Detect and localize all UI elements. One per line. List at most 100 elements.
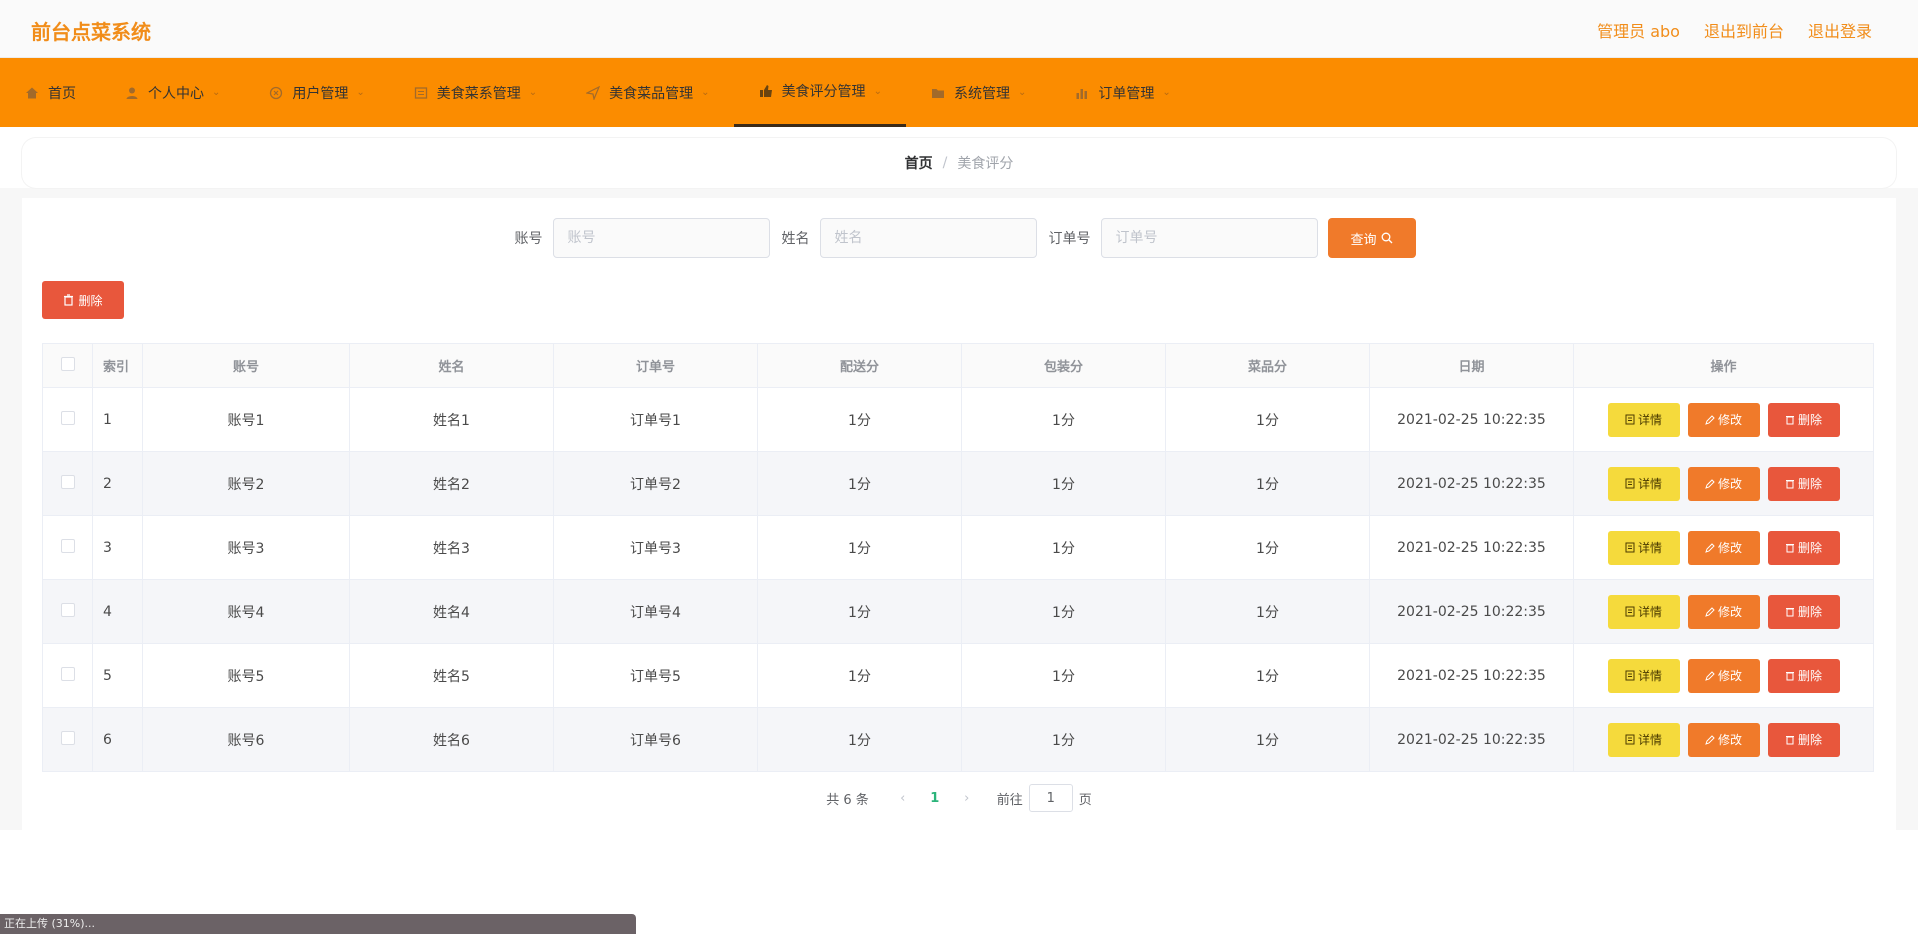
header-index: 索引 (92, 343, 143, 388)
row-checkbox[interactable] (60, 602, 75, 617)
nav-item-0[interactable]: 首页 (0, 58, 100, 127)
nav-item-7[interactable]: 订单管理 ⌄ (1050, 58, 1194, 127)
breadcrumb-home[interactable]: 首页 (905, 153, 933, 173)
pencil-icon (1705, 670, 1715, 681)
edit-label: 修改 (1717, 605, 1742, 619)
nav-item-5[interactable]: 美食评分管理 ⌄ (733, 58, 906, 127)
nav-item-label: 订单管理 (1098, 85, 1155, 102)
chevron-down-icon: ⌄ (873, 85, 882, 97)
cell-dish-score: 1分 (1165, 707, 1370, 772)
row-select[interactable] (42, 707, 93, 772)
query-button[interactable]: 查询 (1327, 218, 1416, 258)
pencil-icon (1705, 542, 1715, 553)
delete-button[interactable]: 删除 (1767, 658, 1840, 693)
edit-button[interactable]: 修改 (1687, 402, 1760, 437)
table-row: 6 账号6 姓名6 订单号6 1分 1分 1分 2021-02-25 10:22:35 详情 修改… (42, 707, 1874, 772)
breadcrumb: 首页 / 美食评分 (22, 138, 1896, 188)
delete-button[interactable]: 删除 (1767, 594, 1840, 629)
back-to-front-link[interactable]: 退出到前台 (1704, 18, 1784, 42)
table-row: 1 账号1 姓名1 订单号1 1分 1分 1分 2021-02-25 10:22:35 详情 修改… (42, 387, 1874, 452)
edit-button[interactable]: 修改 (1687, 722, 1760, 757)
thumbs-up-icon (758, 83, 774, 99)
cell-dish-score: 1分 (1165, 515, 1370, 580)
goto-page-input[interactable] (1028, 784, 1073, 812)
cell-package-score: 1分 (961, 515, 1166, 580)
select-all-checkbox[interactable] (60, 356, 75, 371)
document-icon (1625, 414, 1635, 425)
name-input[interactable] (819, 218, 1037, 258)
chevron-down-icon: ⌄ (212, 87, 221, 98)
row-select[interactable] (42, 643, 93, 708)
detail-button[interactable]: 详情 (1607, 658, 1680, 693)
order-label: 订单号 (1048, 231, 1091, 247)
table-row: 5 账号5 姓名5 订单号5 1分 1分 1分 2021-02-25 10:22:35 详情 修改… (42, 643, 1874, 708)
delete-button[interactable]: 删除 (1767, 722, 1840, 757)
nav-item-label: 系统管理 (953, 85, 1010, 102)
cell-index: 2 (92, 451, 143, 516)
page-number[interactable]: 1 (919, 791, 951, 806)
edit-button[interactable]: 修改 (1687, 658, 1760, 693)
cell-package-score: 1分 (961, 579, 1166, 644)
detail-button[interactable]: 详情 (1607, 722, 1680, 757)
cell-actions: 详情 修改 删除 (1573, 387, 1874, 452)
cell-delivery-score: 1分 (757, 515, 962, 580)
account-input[interactable] (552, 218, 770, 258)
trash-icon (64, 294, 74, 306)
row-select[interactable] (42, 515, 93, 580)
cell-date: 2021-02-25 10:22:35 (1369, 515, 1574, 580)
prev-page-icon[interactable]: ‹ (887, 791, 919, 806)
cell-order: 订单号2 (553, 451, 758, 516)
cell-order: 订单号1 (553, 387, 758, 452)
row-checkbox[interactable] (60, 474, 75, 489)
delete-label: 删除 (1797, 413, 1822, 427)
document-icon (1625, 606, 1635, 617)
folder-icon (930, 85, 946, 101)
nav-item-3[interactable]: 美食菜系管理 ⌄ (389, 58, 561, 127)
nav-item-4[interactable]: 美食菜品管理 ⌄ (561, 58, 733, 127)
cell-name: 姓名5 (349, 643, 554, 708)
batch-delete-button[interactable]: 删除 (42, 281, 124, 319)
cell-actions: 详情 修改 删除 (1573, 451, 1874, 516)
pencil-icon (1705, 478, 1715, 489)
detail-button[interactable]: 详情 (1607, 530, 1680, 565)
row-select[interactable] (42, 387, 93, 452)
pencil-icon (1705, 606, 1715, 617)
detail-button[interactable]: 详情 (1607, 402, 1680, 437)
edit-button[interactable]: 修改 (1687, 530, 1760, 565)
nav-item-6[interactable]: 系统管理 ⌄ (906, 58, 1050, 127)
delete-button[interactable]: 删除 (1767, 466, 1840, 501)
cell-name: 姓名1 (349, 387, 554, 452)
delete-button[interactable]: 删除 (1767, 530, 1840, 565)
cell-date: 2021-02-25 10:22:35 (1369, 387, 1574, 452)
detail-button[interactable]: 详情 (1607, 466, 1680, 501)
cell-actions: 详情 修改 删除 (1573, 643, 1874, 708)
row-checkbox[interactable] (60, 730, 75, 745)
nav-item-1[interactable]: 个人中心 ⌄ (100, 58, 244, 127)
row-select[interactable] (42, 579, 93, 644)
row-checkbox[interactable] (60, 410, 75, 425)
order-input[interactable] (1100, 218, 1318, 258)
cell-delivery-score: 1分 (757, 579, 962, 644)
row-checkbox[interactable] (60, 538, 75, 553)
row-select[interactable] (42, 451, 93, 516)
breadcrumb-current: 美食评分 (957, 156, 1014, 172)
cell-delivery-score: 1分 (757, 387, 962, 452)
nav-item-label: 用户管理 (292, 85, 349, 102)
header-select-all[interactable] (42, 343, 93, 388)
edit-button[interactable]: 修改 (1687, 466, 1760, 501)
delete-button[interactable]: 删除 (1767, 402, 1840, 437)
nav-item-2[interactable]: 用户管理 ⌄ (244, 58, 388, 127)
logout-link[interactable]: 退出登录 (1808, 18, 1872, 42)
detail-label: 详情 (1637, 541, 1662, 555)
edit-button[interactable]: 修改 (1687, 594, 1760, 629)
detail-button[interactable]: 详情 (1607, 594, 1680, 629)
user-label[interactable]: 管理员 abo (1597, 18, 1680, 42)
table-row: 3 账号3 姓名3 订单号3 1分 1分 1分 2021-02-25 10:22:35 详情 修改… (42, 515, 1874, 580)
chevron-down-icon: ⌄ (1017, 87, 1027, 98)
edit-label: 修改 (1717, 733, 1742, 747)
next-page-icon[interactable]: › (951, 791, 983, 806)
row-checkbox[interactable] (60, 666, 75, 681)
delete-label: 删除 (1797, 733, 1822, 747)
top-right-menu: 管理员 abo 退出到前台 退出登录 (1597, 18, 1872, 42)
nav-item-label: 美食菜系管理 (436, 85, 521, 102)
